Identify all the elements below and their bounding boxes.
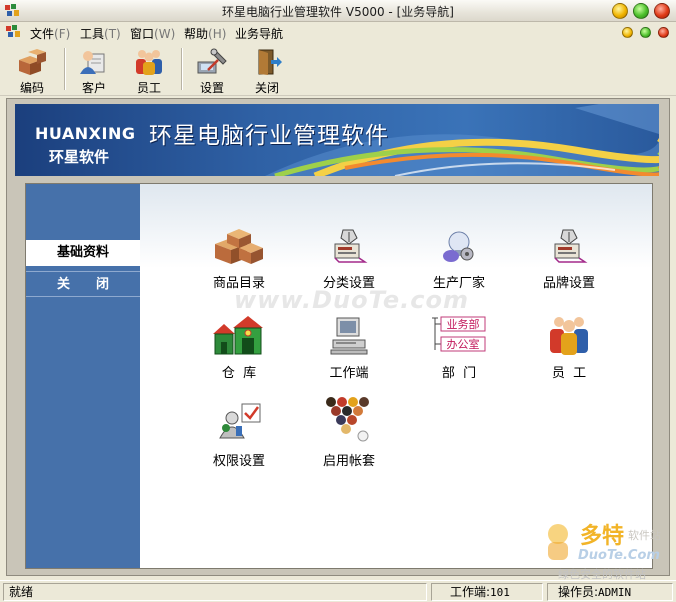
tile-product-catalog-label: 商品目录 [212, 276, 265, 291]
watermark-logo: 多特 软件站 DuoTe.Com 绿色安全的软件站 [536, 518, 672, 584]
menu-help[interactable]: 帮助(H) [184, 25, 226, 42]
scanner-icon [334, 229, 368, 263]
toolbar-customer-button[interactable]: 客户 [70, 46, 118, 95]
menu-tools[interactable]: 工具(T) [80, 25, 121, 42]
tile-permission-settings[interactable]: 权限设置 [194, 402, 284, 469]
document-system-icon[interactable] [6, 25, 22, 39]
toolbar-employee-button[interactable]: 员工 [125, 46, 173, 95]
factory-bulb-icon [443, 231, 474, 262]
menu-file[interactable]: 文件(F) [30, 25, 70, 42]
settings-icon [197, 48, 227, 74]
nav-tiles-area: www.DuoTe.com 商品目录 分类设置 生产厂家 品牌设置 仓 库 工作… [140, 184, 652, 568]
tile-product-catalog[interactable]: 商品目录 [194, 226, 284, 291]
employees-icon [136, 50, 162, 75]
mascot-icon [548, 524, 568, 560]
toolbar: 编码 客户 员工 设置 关闭 [0, 42, 676, 96]
customer-icon [80, 51, 105, 74]
computer-terminal-icon [330, 317, 368, 355]
toolbar-customer-label: 客户 [81, 81, 106, 95]
window-title: 环星电脑行业管理软件 V5000 - [业务导航] [222, 5, 454, 19]
header-banner: HUANXING 环星软件 环星电脑行业管理软件 [15, 104, 659, 176]
brand-chinese: 环星软件 [49, 148, 110, 166]
doc-close-button[interactable] [658, 27, 669, 38]
tile-department[interactable]: 业务部 办公室 部 门 [414, 314, 504, 381]
tile-enable-account-set[interactable]: 启用帐套 [304, 396, 394, 469]
toolbar-separator [181, 48, 183, 90]
main-client-area: HUANXING 环星软件 环星电脑行业管理软件 基础资料 关闭 www.Duo… [6, 98, 670, 576]
boxes-icon [215, 229, 263, 264]
boxes-icon [19, 49, 46, 75]
sidebar-item-close[interactable]: 关闭 [26, 271, 140, 297]
watermark-logo-sub: 软件站 [628, 529, 661, 542]
toolbar-close-label: 关闭 [254, 81, 279, 95]
sidebar: 基础资料 关闭 [26, 184, 140, 568]
tile-category-settings-label: 分类设置 [322, 276, 375, 291]
status-message: 就绪 [3, 583, 427, 601]
tile-manufacturer-label: 生产厂家 [432, 276, 485, 291]
maximize-button[interactable] [633, 3, 649, 19]
tile-brand-settings-label: 品牌设置 [542, 276, 595, 291]
tile-permission-settings-label: 权限设置 [212, 454, 265, 469]
watermark-logo-english: DuoTe.Com [578, 548, 660, 563]
menu-window[interactable]: 窗口(W) [130, 25, 175, 42]
billiard-balls-icon [326, 397, 369, 442]
title-bar: 环星电脑行业管理软件 V5000 - [业务导航] [0, 0, 676, 22]
toolbar-code-button[interactable]: 编码 [8, 46, 56, 95]
menu-business-nav[interactable]: 业务导航 [235, 25, 283, 42]
employees-icon [550, 317, 588, 355]
permission-icon [219, 403, 261, 439]
tile-workstation-label: 工作端 [329, 366, 369, 381]
tile-employees[interactable]: 员 工 [524, 314, 614, 381]
doc-restore-button[interactable] [640, 27, 651, 38]
banner-title: 环星电脑行业管理软件 [149, 123, 389, 149]
toolbar-settings-label: 设置 [199, 81, 224, 95]
department-tree-icon: 业务部 办公室 [432, 316, 486, 352]
exit-door-icon [258, 49, 282, 75]
navigation-panel: 基础资料 关闭 www.DuoTe.com 商品目录 分类设置 生产厂家 品牌设… [25, 183, 653, 569]
toolbar-settings-button[interactable]: 设置 [188, 46, 236, 95]
watermark-logo-main: 多特 [580, 524, 625, 549]
tile-workstation[interactable]: 工作端 [304, 314, 394, 381]
tile-warehouse[interactable]: 仓 库 [194, 314, 284, 381]
tile-employees-label: 员 工 [551, 366, 587, 381]
close-button[interactable] [654, 3, 670, 19]
brand-english: HUANXING [35, 124, 136, 143]
scanner-icon [554, 229, 588, 263]
tile-brand-settings[interactable]: 品牌设置 [524, 226, 614, 291]
tile-enable-account-set-label: 启用帐套 [322, 454, 375, 469]
tile-department-label: 部 门 [441, 366, 477, 381]
status-workstation: 工作端:101 [431, 583, 543, 601]
status-bar: 就绪 工作端:101 操作员:ADMIN [0, 580, 676, 602]
status-operator: 操作员:ADMIN [547, 583, 673, 601]
toolbar-close-button[interactable]: 关闭 [243, 46, 291, 95]
toolbar-employee-label: 员工 [136, 81, 161, 95]
toolbar-separator [64, 48, 66, 90]
menu-bar: 文件(F) 工具(T) 窗口(W) 帮助(H) 业务导航 [0, 22, 676, 42]
tile-warehouse-label: 仓 库 [221, 366, 257, 381]
dept-bottom-label: 办公室 [447, 337, 480, 351]
tile-manufacturer[interactable]: 生产厂家 [414, 226, 504, 291]
doc-minimize-button[interactable] [622, 27, 633, 38]
toolbar-code-label: 编码 [19, 81, 44, 95]
dept-top-label: 业务部 [447, 317, 480, 331]
warehouse-icon [213, 316, 263, 355]
tile-category-settings[interactable]: 分类设置 [304, 226, 394, 291]
sidebar-item-basic-data[interactable]: 基础资料 [26, 240, 140, 266]
minimize-button[interactable] [612, 3, 628, 19]
